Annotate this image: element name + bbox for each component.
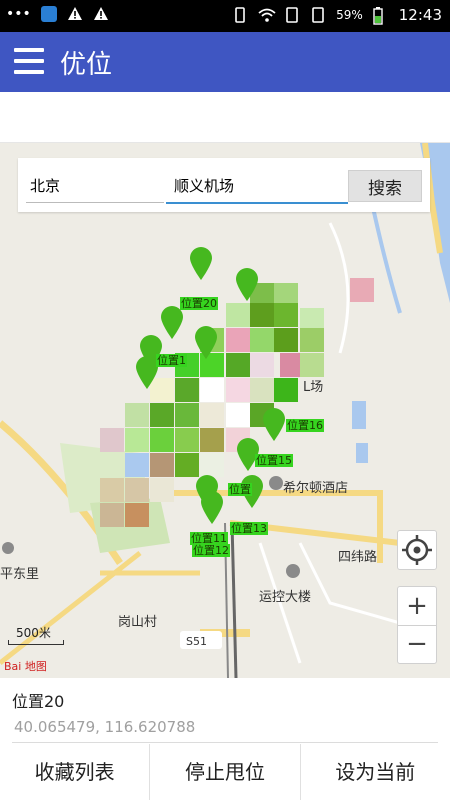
map-view[interactable]: 位置20 位置1 位置16 位置15 位置 位置11 位置13 位置12 希尔顿… [0,143,450,678]
favorites-button[interactable]: 收藏列表 [0,744,151,800]
map-label: L场 [303,380,324,395]
pin-label: 位置16 [286,419,324,432]
search-panel: 搜索 [18,158,430,212]
map-label: 平东里 [0,567,40,582]
pin-label: 位置1 [156,354,187,367]
set-current-button[interactable]: 设为当前 [301,744,450,800]
vibrate-icon [232,7,248,23]
stop-moving-button[interactable]: 停止甩位 [150,744,301,800]
location-pin-icon[interactable] [262,408,286,442]
location-pin-icon[interactable] [200,491,224,525]
pin-label: 位置12 [192,544,230,557]
crosshair-icon [402,535,432,565]
app-notification-icon [40,6,57,22]
city-input[interactable] [26,168,164,203]
search-button[interactable]: 搜索 [348,170,422,202]
warning-icon [67,6,83,22]
pin-label: 位置 [228,483,252,496]
selected-coordinates: 40.065479, 116.620788 [14,718,196,736]
sub-toolbar [0,92,450,143]
baidu-map-logo: Bai 地图 [4,660,47,673]
selected-place-name: 位置20 [12,692,65,711]
warning-icon [93,6,109,22]
clock: 12:43 [398,6,442,24]
map-label: 岗山村 [118,615,158,630]
status-bar: ••• 59% 12:43 [0,0,450,32]
menu-icon[interactable] [14,46,46,78]
battery-percent: 59% [336,8,363,22]
divider [12,742,438,743]
location-pin-icon[interactable] [160,306,184,340]
map-canvas [0,143,450,678]
map-label: 四纬路 [338,550,378,565]
sim-icon [284,7,300,23]
zoom-out-button[interactable]: − [398,625,436,663]
place-input[interactable] [166,168,348,204]
app-bar: 优位 [0,32,450,92]
location-pin-icon[interactable] [235,268,259,302]
pin-label: 位置15 [255,454,293,467]
wifi-icon [258,7,276,23]
map-label: 希尔顿酒店 [283,481,349,496]
battery-icon [373,7,389,25]
location-pin-icon[interactable] [189,247,213,281]
notification-dots: ••• [6,6,31,22]
map-scale-bar [8,640,64,645]
map-label: S51 [186,635,207,648]
sim-icon [310,7,326,23]
location-info-panel: 位置20 40.065479, 116.620788 收藏列表 停止甩位 设为当… [0,678,450,800]
locate-button[interactable] [397,530,437,570]
action-bar: 收藏列表 停止甩位 设为当前 [0,744,450,800]
pin-label: 位置13 [230,522,268,535]
zoom-controls: + − [397,586,437,664]
location-pin-icon[interactable] [194,326,218,360]
pin-label: 位置20 [180,297,218,310]
page-title: 优位 [60,50,113,80]
zoom-in-button[interactable]: + [398,587,436,626]
map-label: 运控大楼 [259,590,312,605]
map-scale-label: 500米 [16,626,51,640]
